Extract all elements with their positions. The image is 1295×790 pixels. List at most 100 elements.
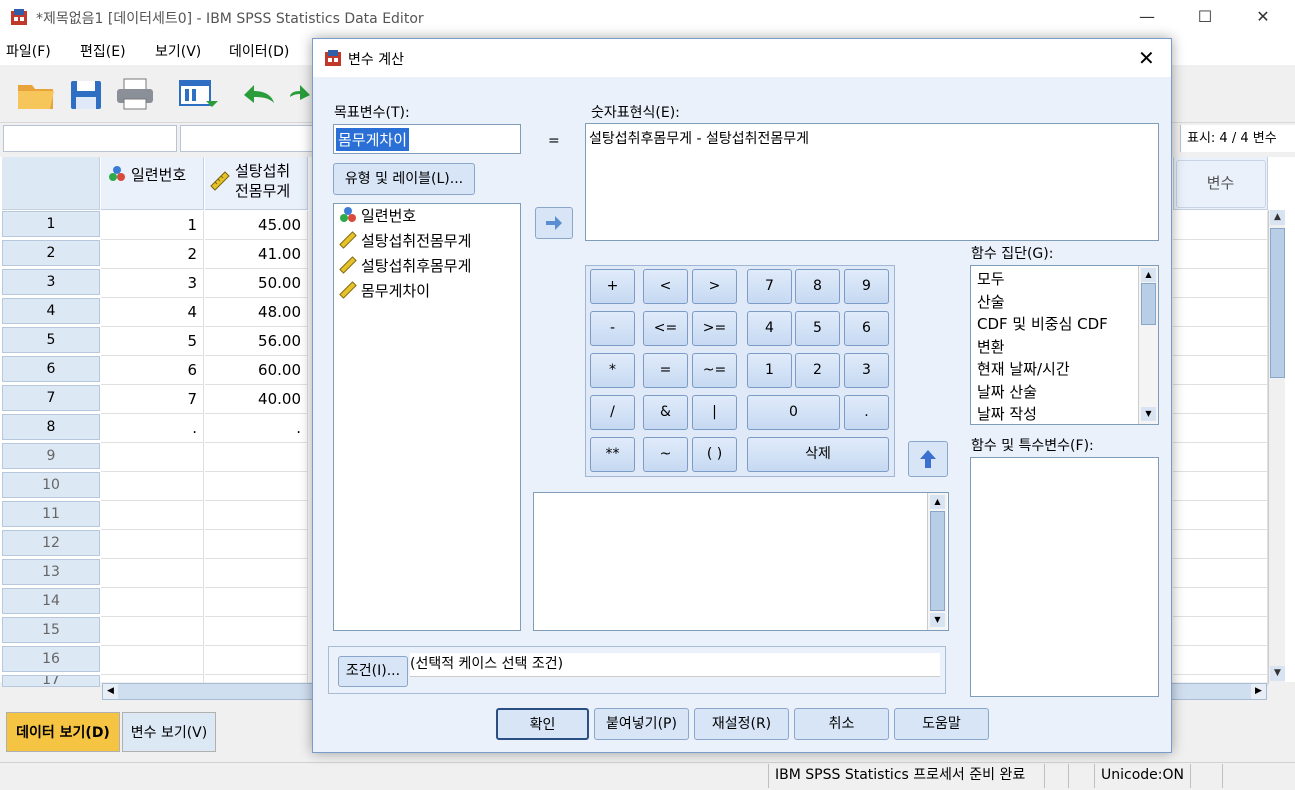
- column-header-empty-variable[interactable]: 변수: [1173, 157, 1268, 210]
- type-label-button[interactable]: 유형 및 레이블(L)...: [333, 163, 475, 195]
- scroll-down-icon[interactable]: ▼: [1141, 407, 1156, 421]
- save-icon[interactable]: [68, 75, 104, 113]
- scroll-thumb[interactable]: [930, 511, 945, 611]
- keypad-key[interactable]: >=: [692, 311, 737, 346]
- data-cell[interactable]: [1173, 559, 1268, 588]
- scroll-up-icon[interactable]: ▲: [1141, 268, 1156, 282]
- keypad-key[interactable]: +: [590, 269, 635, 304]
- data-cell[interactable]: [101, 588, 204, 617]
- data-cell[interactable]: [1173, 472, 1268, 501]
- data-cell[interactable]: 4: [101, 298, 204, 327]
- data-cell[interactable]: [1173, 240, 1268, 269]
- data-cell[interactable]: [205, 646, 308, 675]
- data-cell[interactable]: [101, 617, 204, 646]
- data-cell[interactable]: [1173, 327, 1268, 356]
- keypad-key[interactable]: 3: [844, 353, 889, 388]
- data-cell[interactable]: 60.00: [205, 356, 308, 385]
- data-cell[interactable]: [101, 559, 204, 588]
- keypad-key[interactable]: 5: [795, 311, 840, 346]
- maximize-button[interactable]: ☐: [1182, 0, 1228, 35]
- data-cell[interactable]: [1173, 646, 1268, 675]
- row-header[interactable]: 1: [2, 211, 100, 237]
- redo-icon[interactable]: [290, 75, 312, 113]
- tab-variable-view[interactable]: 변수 보기(V): [122, 712, 216, 752]
- function-group-item[interactable]: 날짜 작성: [977, 403, 1037, 424]
- scroll-down-icon[interactable]: ▼: [1270, 666, 1285, 681]
- function-group-scrollbar[interactable]: ▲ ▼: [1138, 266, 1158, 424]
- keypad-key[interactable]: 4: [747, 311, 792, 346]
- keypad-key[interactable]: 7: [747, 269, 792, 304]
- keypad-key[interactable]: 6: [844, 311, 889, 346]
- row-header[interactable]: 17: [2, 675, 100, 687]
- keypad-key[interactable]: /: [590, 395, 635, 430]
- row-header[interactable]: 3: [2, 269, 100, 295]
- numeric-expression-input[interactable]: 설탕섭취후몸무게 - 설탕섭취전몸무게: [585, 123, 1159, 241]
- keypad-key[interactable]: 삭제: [747, 437, 889, 472]
- keypad-key[interactable]: **: [590, 437, 635, 472]
- data-cell[interactable]: 2: [101, 240, 204, 269]
- data-cell[interactable]: [1173, 617, 1268, 646]
- function-group-item[interactable]: 현재 날짜/시간: [977, 358, 1070, 380]
- ok-button[interactable]: 확인: [496, 708, 589, 740]
- menu-edit[interactable]: 편집(E): [80, 41, 126, 61]
- data-cell[interactable]: [101, 443, 204, 472]
- data-cell[interactable]: 45.00: [205, 211, 308, 240]
- keypad-key[interactable]: =: [643, 353, 688, 388]
- function-group-item[interactable]: CDF 및 비중심 CDF: [977, 313, 1108, 335]
- keypad-key[interactable]: ~=: [692, 353, 737, 388]
- condition-button[interactable]: 조건(I)...: [338, 656, 408, 687]
- row-header[interactable]: 6: [2, 356, 100, 382]
- data-cell[interactable]: [205, 443, 308, 472]
- row-header[interactable]: 11: [2, 501, 100, 527]
- data-cell[interactable]: [101, 530, 204, 559]
- row-header[interactable]: 16: [2, 646, 100, 672]
- data-cell[interactable]: [101, 646, 204, 675]
- data-cell[interactable]: [101, 501, 204, 530]
- data-cell[interactable]: [1173, 530, 1268, 559]
- column-header-일련번호[interactable]: 일련번호: [101, 157, 204, 210]
- data-cell[interactable]: [1173, 298, 1268, 327]
- keypad-key[interactable]: -: [590, 311, 635, 346]
- scroll-up-icon[interactable]: ▲: [1270, 210, 1285, 225]
- cancel-button[interactable]: 취소: [794, 708, 889, 740]
- keypad-key[interactable]: *: [590, 353, 635, 388]
- grid-vertical-scrollbar[interactable]: ▲ ▼: [1268, 210, 1285, 684]
- variable-item-설탕섭취후몸무게[interactable]: 설탕섭취후몸무게: [339, 254, 471, 279]
- data-cell[interactable]: [101, 472, 204, 501]
- keypad-key[interactable]: ( ): [692, 437, 737, 472]
- row-header[interactable]: 12: [2, 530, 100, 556]
- row-header[interactable]: 4: [2, 298, 100, 324]
- keypad-key[interactable]: 2: [795, 353, 840, 388]
- data-cell[interactable]: [1173, 211, 1268, 240]
- data-cell[interactable]: 50.00: [205, 269, 308, 298]
- menu-data[interactable]: 데이터(D): [229, 41, 289, 61]
- keypad-key[interactable]: <=: [643, 311, 688, 346]
- data-cell[interactable]: .: [101, 414, 204, 443]
- data-cell[interactable]: [205, 530, 308, 559]
- data-cell[interactable]: [1173, 588, 1268, 617]
- keypad-key[interactable]: <: [643, 269, 688, 304]
- data-cell[interactable]: [205, 559, 308, 588]
- keypad-key[interactable]: .: [844, 395, 889, 430]
- keypad-key[interactable]: >: [692, 269, 737, 304]
- data-cell[interactable]: [1173, 443, 1268, 472]
- function-group-list[interactable]: 모두 산술 CDF 및 비중심 CDF 변환 현재 날짜/시간 날짜 산술 날짜 작성 ▲ …: [970, 265, 1159, 425]
- function-group-item[interactable]: 산술: [977, 291, 1005, 313]
- row-header[interactable]: 5: [2, 327, 100, 353]
- dialog-close-icon[interactable]: ✕: [1138, 45, 1155, 71]
- row-header[interactable]: 13: [2, 559, 100, 585]
- row-header[interactable]: 2: [2, 240, 100, 266]
- paste-button[interactable]: 붙여넣기(P): [594, 708, 689, 740]
- data-cell[interactable]: 1: [101, 211, 204, 240]
- data-cell[interactable]: [1173, 356, 1268, 385]
- data-cell[interactable]: [205, 588, 308, 617]
- variable-item-설탕섭취전몸무게[interactable]: 설탕섭취전몸무게: [339, 229, 471, 254]
- data-cell[interactable]: 41.00: [205, 240, 308, 269]
- row-header[interactable]: 10: [2, 472, 100, 498]
- print-icon[interactable]: [114, 75, 156, 113]
- tab-data-view[interactable]: 데이터 보기(D): [6, 712, 120, 752]
- menu-view[interactable]: 보기(V): [155, 41, 201, 61]
- data-cell[interactable]: [1173, 501, 1268, 530]
- keypad-key[interactable]: 0: [747, 395, 840, 430]
- description-scrollbar[interactable]: ▲ ▼: [927, 493, 947, 630]
